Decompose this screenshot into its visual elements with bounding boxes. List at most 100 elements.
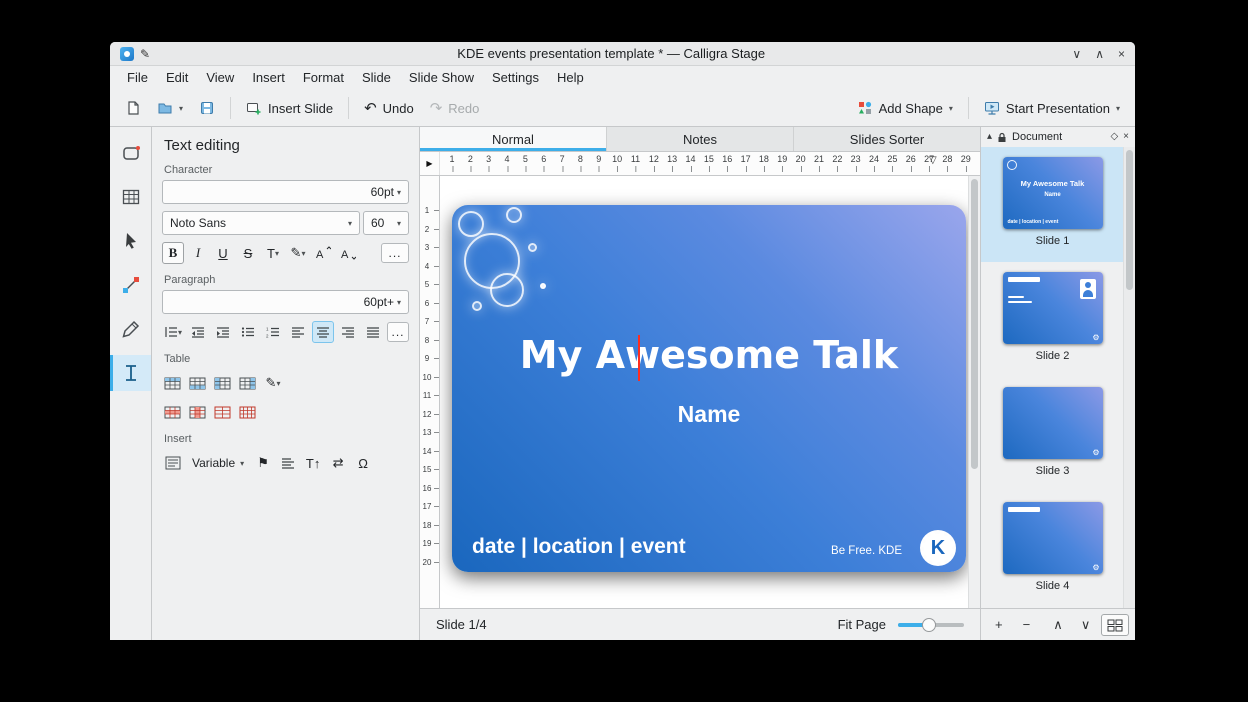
- split-cells-button[interactable]: [237, 401, 259, 423]
- tab-slides-sorter[interactable]: Slides Sorter: [794, 127, 980, 151]
- underline-button[interactable]: U: [212, 242, 234, 264]
- menubar-item-settings[interactable]: Settings: [483, 66, 548, 90]
- superscript-button[interactable]: A: [312, 242, 334, 264]
- zoom-slider-handle[interactable]: [922, 618, 936, 632]
- slide-thumbnail-item-1[interactable]: My Awesome Talk Name date | location | e…: [981, 147, 1124, 262]
- slide-editor[interactable]: My Awesome Talk Name date | location | e…: [452, 205, 966, 572]
- canvas-vertical-scrollbar[interactable]: [968, 176, 980, 608]
- font-family-combo[interactable]: Noto Sans ▾: [162, 211, 360, 235]
- menubar-item-help[interactable]: Help: [548, 66, 593, 90]
- docker-close-icon[interactable]: ×: [1123, 132, 1129, 142]
- slide-footer-text[interactable]: date | location | event: [472, 535, 686, 559]
- paragraph-style-combo[interactable]: 60pt+ ▾: [162, 290, 409, 314]
- align-right-button[interactable]: [337, 321, 359, 343]
- zoom-in-button[interactable]: +: [987, 614, 1011, 636]
- insert-column-left-button[interactable]: [212, 372, 234, 394]
- titlebar[interactable]: ✎ KDE events presentation template * — C…: [110, 42, 1135, 66]
- insert-row-above-button[interactable]: [162, 372, 184, 394]
- slide-name-text[interactable]: Name: [452, 401, 966, 428]
- align-justify-button[interactable]: [362, 321, 384, 343]
- insert-row-below-icon: [189, 376, 207, 391]
- docker-scrollbar[interactable]: [1123, 147, 1135, 608]
- delete-column-button[interactable]: [187, 401, 209, 423]
- slide-canvas[interactable]: My Awesome Talk Name date | location | e…: [440, 176, 968, 608]
- text-color-button[interactable]: ✎ ▾: [287, 242, 309, 264]
- vertical-ruler[interactable]: 1234567891011121314151617181920: [420, 176, 440, 608]
- character-style-combo[interactable]: 60pt ▾: [162, 180, 409, 204]
- tool-shape-selection[interactable]: [110, 223, 151, 259]
- insert-toc-button[interactable]: [277, 452, 299, 474]
- character-more-button[interactable]: ...: [381, 243, 409, 263]
- tool-basic-shapes[interactable]: [110, 135, 151, 171]
- italic-button[interactable]: I: [187, 242, 209, 264]
- zoom-mode-label[interactable]: Fit Page: [838, 617, 886, 632]
- insert-row-below-button[interactable]: [187, 372, 209, 394]
- v-ruler-number-19: 19: [420, 539, 434, 549]
- menubar-item-edit[interactable]: Edit: [157, 66, 197, 90]
- change-case-button[interactable]: T ▾: [262, 242, 284, 264]
- menubar-item-format[interactable]: Format: [294, 66, 353, 90]
- slide-thumbnail-item-3[interactable]: ⚙ Slide 3: [981, 377, 1124, 492]
- slide-sorter-toggle-button[interactable]: [1101, 614, 1129, 636]
- previous-slide-button[interactable]: ∧: [1046, 614, 1070, 636]
- start-presentation-button[interactable]: Start Presentation ▾: [977, 94, 1127, 122]
- zoom-slider[interactable]: [898, 623, 964, 627]
- tool-text-editing[interactable]: [110, 355, 151, 391]
- add-shape-button[interactable]: Add Shape ▾: [850, 94, 960, 122]
- align-left-button[interactable]: [287, 321, 309, 343]
- docker-header[interactable]: ▴ Document ◇ ×: [981, 127, 1135, 147]
- variable-dropdown[interactable]: Variable ▾: [187, 452, 249, 474]
- subscript-button[interactable]: A: [337, 242, 359, 264]
- insert-bookmark-button[interactable]: ⚑: [252, 452, 274, 474]
- line-spacing-button[interactable]: ▾: [162, 321, 184, 343]
- insert-text-button[interactable]: T↑: [302, 452, 324, 474]
- font-size-combo[interactable]: 60 ▾: [363, 211, 409, 235]
- bold-button[interactable]: B: [162, 242, 184, 264]
- scrollbar-thumb[interactable]: [971, 179, 978, 469]
- tool-table-editing[interactable]: [110, 179, 151, 215]
- zoom-out-button[interactable]: −: [1015, 614, 1039, 636]
- paragraph-more-button[interactable]: ...: [387, 322, 409, 342]
- insert-slide-button[interactable]: Insert Slide: [239, 94, 340, 122]
- menubar-item-view[interactable]: View: [197, 66, 243, 90]
- paragraph-style-value: 60pt+: [170, 295, 397, 309]
- slide-title-text[interactable]: My Awesome Talk: [452, 333, 966, 377]
- tab-normal[interactable]: Normal: [420, 127, 607, 151]
- new-document-button[interactable]: [118, 94, 148, 122]
- slide-tagline-text[interactable]: Be Free. KDE: [831, 545, 902, 557]
- scrollbar-thumb[interactable]: [1126, 150, 1133, 290]
- tool-draw-path[interactable]: [110, 311, 151, 347]
- menubar-item-slide[interactable]: Slide: [353, 66, 400, 90]
- save-button[interactable]: [192, 94, 222, 122]
- menubar-item-slide-show[interactable]: Slide Show: [400, 66, 483, 90]
- slide-thumbnail-item-2[interactable]: ⚙ Slide 2: [981, 262, 1124, 377]
- open-document-button[interactable]: ▾: [150, 94, 190, 122]
- strikethrough-button[interactable]: S: [237, 242, 259, 264]
- docker-collapse-icon[interactable]: ▴: [987, 132, 992, 142]
- swap-direction-button[interactable]: ⇄: [327, 452, 349, 474]
- decrease-indent-button[interactable]: [187, 321, 209, 343]
- table-border-pen-button[interactable]: ✎ ▾: [262, 372, 284, 394]
- delete-row-button[interactable]: [162, 401, 184, 423]
- next-slide-button[interactable]: ∨: [1074, 614, 1098, 636]
- redo-button[interactable]: ↷ Redo: [423, 94, 487, 122]
- merge-cells-button[interactable]: [212, 401, 234, 423]
- undo-button[interactable]: ↶ Undo: [357, 94, 421, 122]
- docker-float-icon[interactable]: ◇: [1110, 132, 1118, 142]
- insert-column-right-button[interactable]: [237, 372, 259, 394]
- menubar-item-file[interactable]: File: [118, 66, 157, 90]
- window-minimize-button[interactable]: ∨: [1072, 47, 1081, 61]
- slide-thumbnail-item-4[interactable]: ⚙ Slide 4: [981, 492, 1124, 607]
- menubar-item-insert[interactable]: Insert: [243, 66, 294, 90]
- window-maximize-button[interactable]: ∧: [1095, 47, 1104, 61]
- increase-indent-button[interactable]: [212, 321, 234, 343]
- insert-text-frame-button[interactable]: [162, 452, 184, 474]
- numbered-list-button[interactable]: 12: [262, 321, 284, 343]
- insert-special-character-button[interactable]: Ω: [352, 452, 374, 474]
- window-close-button[interactable]: ×: [1118, 47, 1125, 61]
- tab-notes[interactable]: Notes: [607, 127, 794, 151]
- bullet-list-button[interactable]: [237, 321, 259, 343]
- tool-connect-shapes[interactable]: [110, 267, 151, 303]
- horizontal-ruler[interactable]: ▶ ▽ 123456789101112131415161718192021222…: [420, 152, 980, 176]
- align-center-button[interactable]: [312, 321, 334, 343]
